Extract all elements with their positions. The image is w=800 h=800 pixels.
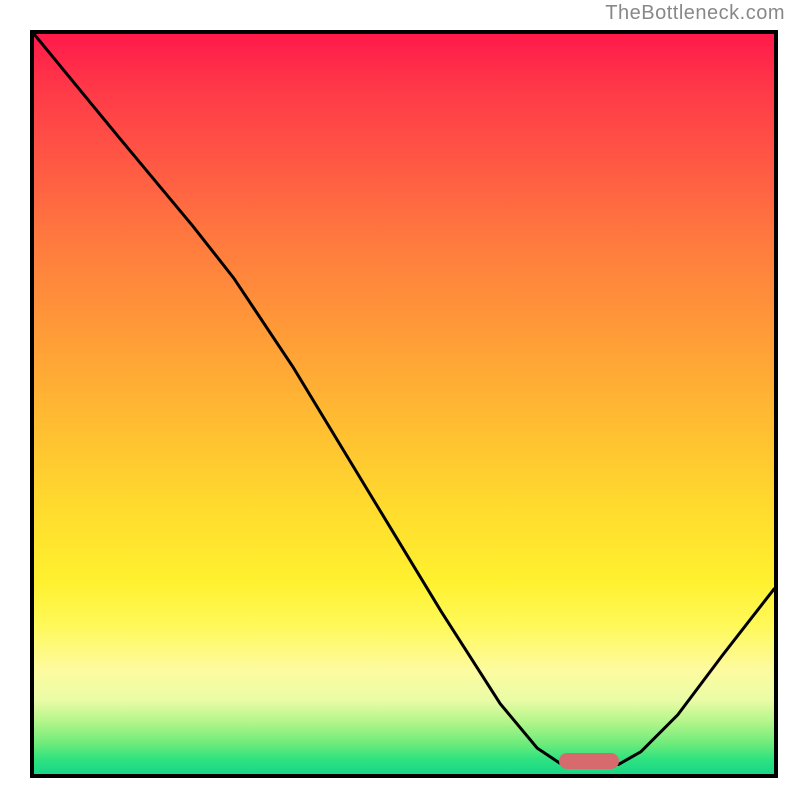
chart-canvas: TheBottleneck.com (0, 0, 800, 800)
curve-overlay (34, 34, 774, 774)
watermark-text: TheBottleneck.com (605, 2, 785, 25)
plot-area (30, 30, 778, 778)
bottleneck-curve (34, 34, 774, 767)
optimum-marker (559, 753, 619, 769)
